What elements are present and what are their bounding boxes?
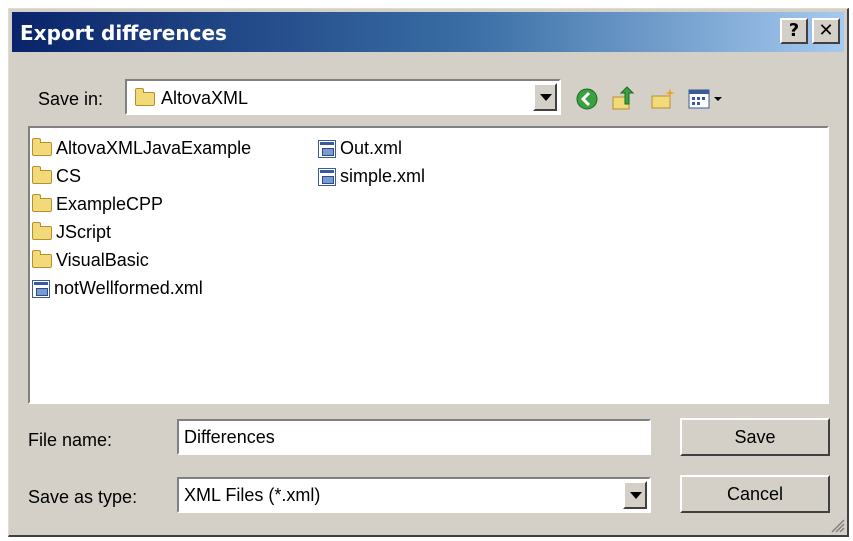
title-bar[interactable]: Export differences ? ✕	[12, 12, 844, 52]
save-as-type-dropdown-arrow[interactable]	[623, 481, 647, 509]
list-item[interactable]: CS	[32, 165, 82, 187]
save-as-type-label: Save as type:	[28, 487, 138, 507]
save-in-value: AltovaXML	[161, 88, 249, 108]
dialog-title: Export differences	[20, 21, 227, 45]
file-name: CS	[56, 166, 82, 186]
close-button[interactable]: ✕	[812, 18, 840, 44]
save-as-type-value: XML Files (*.xml)	[184, 485, 321, 505]
folder-icon	[32, 137, 52, 156]
file-name: AltovaXMLJavaExample	[56, 138, 252, 158]
cancel-button[interactable]: Cancel	[680, 475, 830, 513]
folder-icon	[32, 165, 52, 184]
file-name: VisualBasic	[56, 250, 149, 270]
save-in-dropdown[interactable]: AltovaXML	[125, 79, 561, 115]
list-item[interactable]: VisualBasic	[32, 249, 149, 271]
file-name: JScript	[56, 222, 112, 242]
folder-icon	[32, 193, 52, 212]
file-name-value: Differences	[184, 427, 275, 447]
save-as-type-dropdown[interactable]: XML Files (*.xml)	[177, 477, 651, 513]
folder-icon	[32, 249, 52, 268]
file-name: notWellformed.xml	[54, 278, 203, 298]
help-button[interactable]: ?	[780, 18, 808, 44]
back-icon[interactable]	[573, 85, 601, 113]
resize-grip-icon[interactable]	[829, 517, 845, 533]
list-item[interactable]: AltovaXMLJavaExample	[32, 137, 252, 159]
folder-icon	[32, 221, 52, 240]
list-item[interactable]: JScript	[32, 221, 112, 243]
save-button[interactable]: Save	[680, 418, 830, 456]
file-name-input[interactable]: Differences	[177, 419, 651, 455]
export-dialog: Export differences ? ✕ Save in: AltovaXM…	[8, 8, 849, 537]
xml-file-icon	[32, 279, 50, 298]
list-item[interactable]: simple.xml	[318, 166, 425, 187]
file-list[interactable]: AltovaXMLJavaExample CS ExampleCPP JScri…	[28, 126, 829, 404]
up-folder-icon[interactable]	[609, 85, 637, 113]
view-menu-icon[interactable]	[685, 85, 729, 113]
new-folder-icon[interactable]	[649, 85, 677, 113]
folder-icon	[135, 87, 155, 106]
xml-file-icon	[318, 139, 336, 158]
file-name-label: File name:	[28, 430, 113, 450]
list-item[interactable]: notWellformed.xml	[32, 278, 203, 299]
file-name: simple.xml	[340, 166, 426, 186]
file-name: Out.xml	[340, 138, 403, 158]
save-in-dropdown-arrow[interactable]	[533, 83, 557, 111]
list-item[interactable]: ExampleCPP	[32, 193, 164, 215]
list-item[interactable]: Out.xml	[318, 138, 402, 159]
save-in-label: Save in:	[38, 89, 104, 109]
xml-file-icon	[318, 167, 336, 186]
file-name: ExampleCPP	[56, 194, 164, 214]
